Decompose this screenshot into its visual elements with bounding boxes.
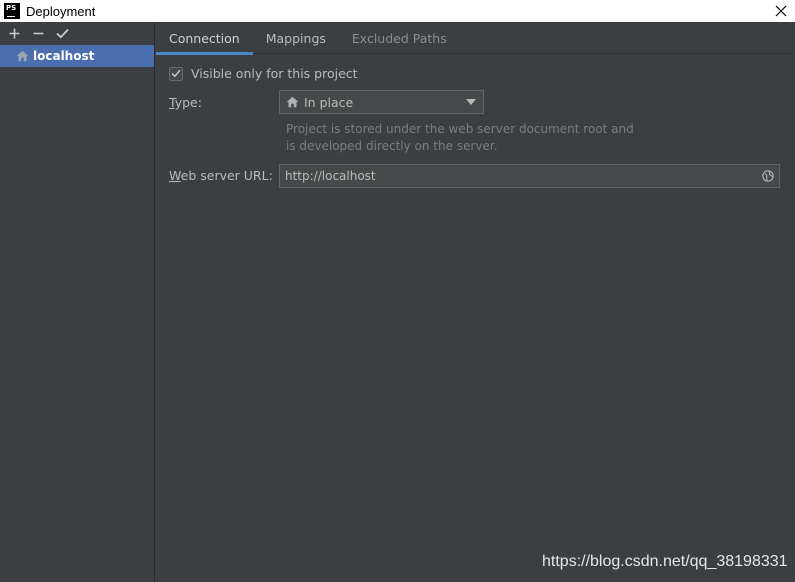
- window-title: Deployment: [26, 3, 96, 19]
- use-as-default-button[interactable]: [50, 23, 74, 45]
- web-server-url-label: Web server URL:: [169, 168, 273, 183]
- minus-icon: [33, 32, 43, 35]
- home-icon: [286, 96, 299, 108]
- servers-panel: localhost: [0, 22, 155, 582]
- globe-icon[interactable]: [762, 170, 774, 182]
- web-server-url-input[interactable]: [285, 169, 745, 183]
- web-server-url-label-text: eb server URL:: [180, 168, 273, 183]
- chevron-down-icon: [466, 99, 476, 105]
- visible-only-label: Visible only for this project: [191, 66, 358, 81]
- tab-connection[interactable]: Connection: [156, 22, 253, 55]
- add-server-button[interactable]: [2, 23, 26, 45]
- tab-excluded-paths[interactable]: Excluded Paths: [339, 22, 460, 54]
- checkmark-icon: [55, 28, 69, 39]
- tab-mappings[interactable]: Mappings: [253, 22, 339, 54]
- plus-icon: [9, 28, 19, 39]
- web-server-url-label-mnemonic: W: [169, 168, 181, 183]
- type-description: Project is stored under the web server d…: [286, 121, 646, 155]
- type-description-line-1: Project is stored under the web server d…: [286, 122, 634, 136]
- visible-only-row: Visible only for this project: [169, 66, 358, 81]
- type-dropdown[interactable]: In place: [279, 90, 484, 114]
- title-bar: PS Deployment: [0, 0, 795, 22]
- type-dropdown-value: In place: [304, 94, 354, 110]
- web-server-url-field: [279, 164, 780, 188]
- watermark: https://blog.csdn.net/qq_38198331: [542, 553, 788, 570]
- remove-server-button[interactable]: [26, 23, 50, 45]
- close-icon: [775, 5, 787, 17]
- visible-only-checkbox[interactable]: [169, 66, 183, 81]
- close-button[interactable]: [773, 0, 789, 22]
- app-icon-label: PS: [6, 4, 17, 12]
- checkmark-icon: [171, 69, 181, 78]
- type-label-text: ype:: [174, 95, 202, 110]
- tab-bar: Connection Mappings Excluded Paths: [156, 22, 795, 55]
- servers-toolbar: [0, 22, 154, 45]
- server-settings-panel: Connection Mappings Excluded Paths Visib…: [156, 22, 795, 582]
- home-icon: [16, 50, 29, 62]
- server-item-localhost[interactable]: localhost: [0, 45, 154, 67]
- type-label: Type:: [169, 95, 202, 110]
- phpstorm-logo-icon: PS: [4, 3, 20, 19]
- server-item-label: localhost: [33, 49, 95, 63]
- type-description-line-2: is developed directly on the server.: [286, 139, 498, 153]
